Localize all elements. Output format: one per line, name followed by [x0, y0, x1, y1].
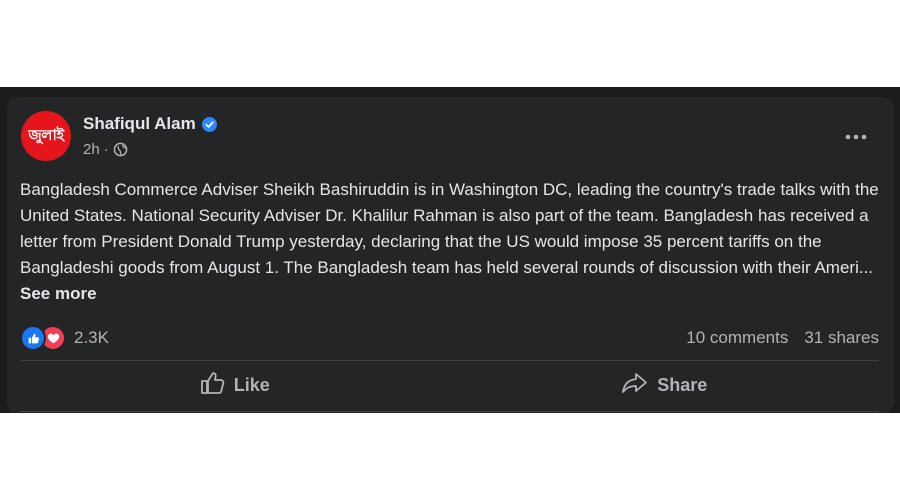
- like-reaction-icon: [20, 325, 46, 351]
- engagement-counts: 10 comments 31 shares: [686, 328, 879, 348]
- thumbs-up-icon: [200, 371, 226, 400]
- share-arrow-icon: [621, 371, 649, 400]
- post-time[interactable]: 2h: [83, 141, 100, 158]
- shares-count[interactable]: 31 shares: [804, 328, 879, 348]
- see-more-link[interactable]: See more: [20, 284, 97, 303]
- reaction-count: 2.3K: [74, 328, 109, 347]
- bottom-divider: [20, 411, 879, 412]
- reactions-summary[interactable]: 2.3K: [20, 325, 109, 351]
- divider: [20, 360, 879, 361]
- comments-count[interactable]: 10 comments: [686, 328, 788, 348]
- avatar-text: জুলাই: [28, 125, 64, 144]
- post-body: Bangladesh Commerce Adviser Sheikh Bashi…: [20, 180, 879, 277]
- post-frame: জুলাই Shafiqul Alam 2h · Bangladesh Comm…: [0, 87, 900, 413]
- author-name[interactable]: Shafiqul Alam: [83, 114, 196, 134]
- like-button[interactable]: Like: [20, 362, 450, 408]
- action-bar: Like Share: [20, 362, 879, 408]
- post-text: Bangladesh Commerce Adviser Sheikh Bashi…: [20, 177, 882, 307]
- globe-icon: [113, 142, 128, 157]
- share-label: Share: [657, 374, 708, 395]
- like-label: Like: [233, 374, 270, 395]
- share-button[interactable]: Share: [450, 362, 880, 408]
- post-card: জুলাই Shafiqul Alam 2h · Bangladesh Comm…: [7, 97, 894, 413]
- post-stats: 2.3K 10 comments 31 shares: [20, 321, 879, 355]
- verified-badge-icon: [201, 116, 217, 132]
- post-meta: 2h ·: [83, 141, 128, 158]
- more-options-icon[interactable]: [844, 127, 868, 147]
- avatar[interactable]: জুলাই: [21, 111, 71, 161]
- author-row: Shafiqul Alam: [83, 114, 217, 134]
